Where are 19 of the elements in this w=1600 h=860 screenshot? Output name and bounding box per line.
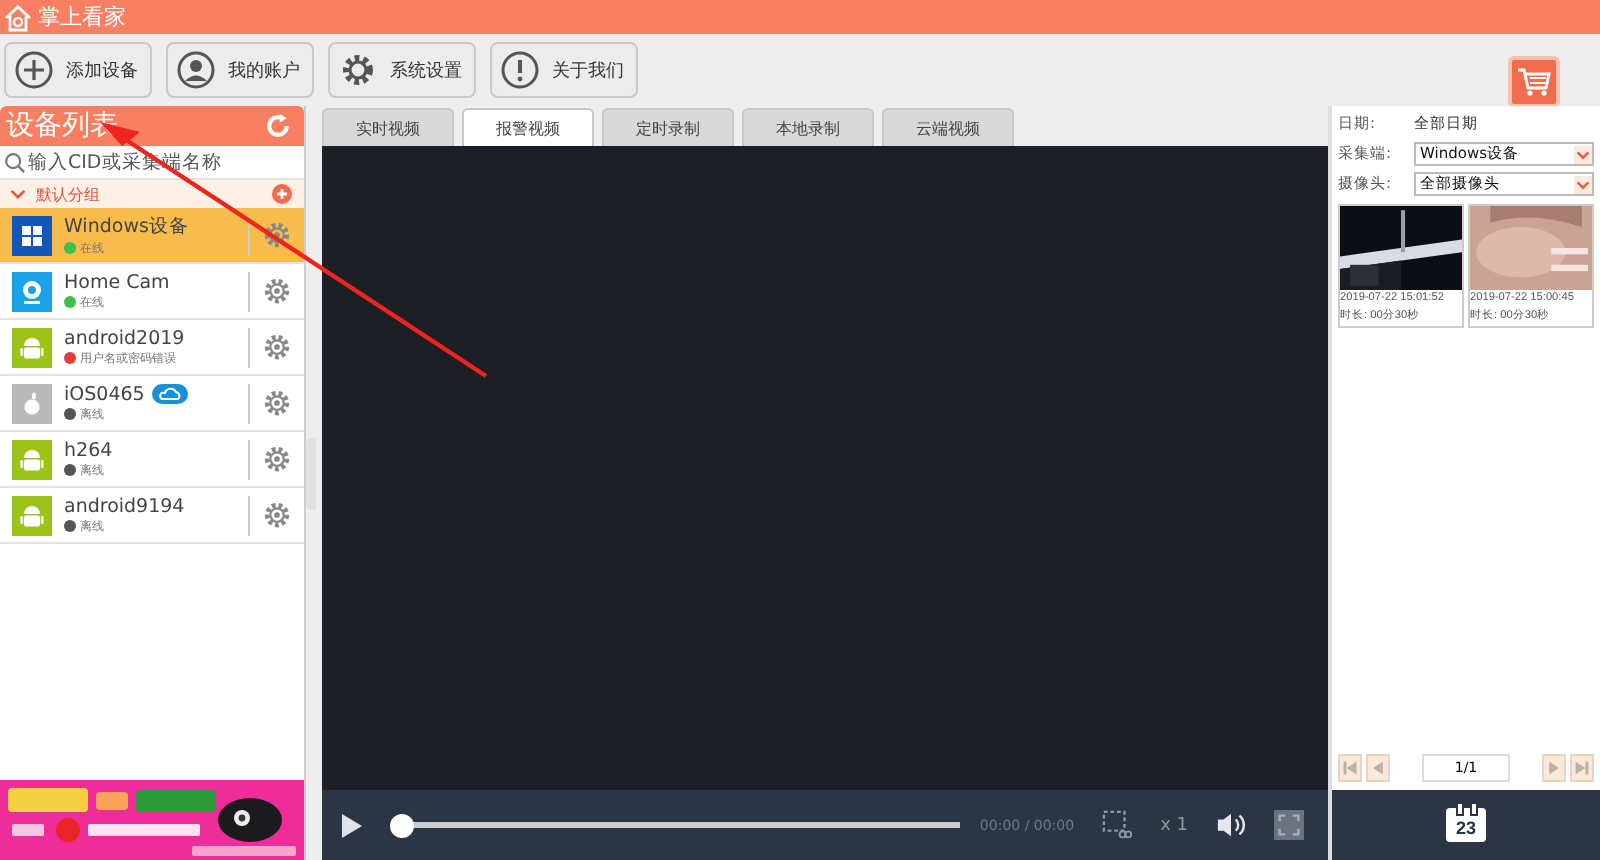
toolbar-button[interactable]: 我的账户: [166, 42, 314, 98]
speed-button[interactable]: x 1: [1160, 815, 1188, 835]
tab[interactable]: 本地录制: [741, 108, 874, 146]
device-name: h264: [64, 439, 113, 461]
device-name: iOS0465: [64, 383, 145, 405]
toolbar-button[interactable]: 系统设置: [328, 42, 476, 98]
tab[interactable]: 云端视频: [881, 108, 1014, 146]
tab[interactable]: 实时视频: [321, 108, 454, 146]
device-name: android9194: [64, 495, 185, 517]
toolbar-button[interactable]: 关于我们: [490, 42, 638, 98]
group-label: 默认分组: [36, 183, 102, 205]
tab[interactable]: 定时录制: [601, 108, 734, 146]
tab[interactable]: 报警视频: [461, 108, 594, 146]
window-title: 掌上看家: [38, 2, 126, 32]
calendar-button[interactable]: 23: [1446, 808, 1486, 842]
toolbar-button[interactable]: 添加设备: [4, 42, 152, 98]
device-name: android2019: [64, 327, 185, 349]
device-name: Windows设备: [64, 213, 189, 239]
device-name: Home Cam: [64, 271, 170, 293]
